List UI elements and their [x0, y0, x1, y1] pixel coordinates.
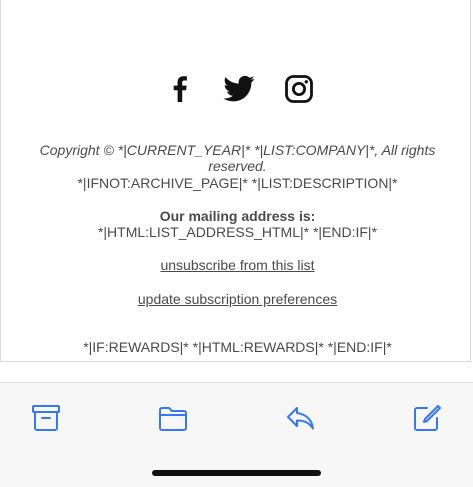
update-preferences-row: update subscription preferences	[1, 291, 473, 307]
mailing-address-heading: Our mailing address is:	[159, 208, 316, 224]
social-links	[1, 72, 473, 106]
archive-button[interactable]	[30, 403, 62, 433]
reply-icon	[287, 407, 314, 430]
rewards-text: *|IF:REWARDS|* *|HTML:REWARDS|* *|END:IF…	[83, 339, 392, 355]
update-preferences-link[interactable]: update subscription preferences	[138, 291, 337, 307]
copyright-text: Copyright © *|CURRENT_YEAR|* *|LIST:COMP…	[39, 142, 436, 174]
archive-description-text: *|IFNOT:ARCHIVE_PAGE|* *|LIST:DESCRIPTIO…	[77, 175, 398, 191]
compose-button[interactable]	[411, 403, 443, 433]
twitter-icon[interactable]	[222, 72, 256, 106]
unsubscribe-link[interactable]: unsubscribe from this list	[160, 257, 314, 273]
home-indicator[interactable]	[152, 470, 321, 476]
instagram-icon[interactable]	[282, 72, 316, 106]
email-footer-frame: Copyright © *|CURRENT_YEAR|* *|LIST:COMP…	[0, 0, 471, 362]
compose-icon	[414, 405, 441, 431]
archive-icon	[32, 405, 60, 431]
mailing-address-value: *|HTML:LIST_ADDRESS_HTML|* *|END:IF|*	[97, 224, 378, 240]
move-to-folder-button[interactable]	[157, 403, 189, 433]
unsubscribe-row: unsubscribe from this list	[1, 257, 473, 273]
folder-icon	[159, 407, 187, 431]
reply-button[interactable]	[285, 403, 317, 433]
facebook-icon[interactable]	[163, 72, 197, 106]
